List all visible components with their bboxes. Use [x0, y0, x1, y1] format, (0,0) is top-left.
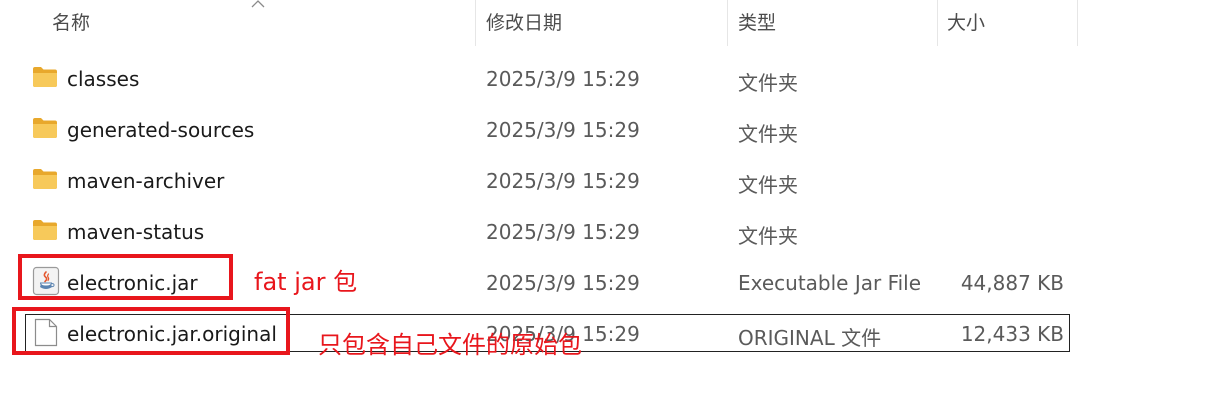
file-type: ORIGINAL 文件	[738, 326, 882, 350]
column-header: 名称 修改日期 类型 大小	[0, 0, 1212, 46]
column-divider[interactable]	[1077, 0, 1078, 46]
column-type[interactable]: 类型	[738, 0, 776, 46]
folder-icon	[33, 169, 57, 189]
file-date: 2025/3/9 15:29	[486, 169, 640, 193]
file-date: 2025/3/9 15:29	[486, 271, 640, 295]
file-date: 2025/3/9 15:29	[486, 118, 640, 142]
column-divider[interactable]	[727, 0, 728, 46]
file-type: 文件夹	[738, 122, 798, 146]
column-divider[interactable]	[937, 0, 938, 46]
file-name: classes	[67, 67, 140, 91]
file-row-generated-sources[interactable]: generated-sources 2025/3/9 15:29 文件夹	[0, 108, 1212, 159]
file-size: 12,433 KB	[960, 322, 1064, 346]
file-type: 文件夹	[738, 173, 798, 197]
file-date: 2025/3/9 15:29	[486, 67, 640, 91]
file-type: 文件夹	[738, 224, 798, 248]
file-name: maven-status	[67, 220, 205, 244]
folder-icon	[33, 118, 57, 138]
file-name: generated-sources	[67, 118, 255, 142]
annotation-box-fat-jar	[18, 254, 233, 300]
column-name[interactable]: 名称	[52, 0, 90, 46]
folder-icon	[33, 67, 57, 87]
column-size[interactable]: 大小	[947, 0, 985, 46]
file-name: maven-archiver	[67, 169, 225, 193]
annotation-original: 只包含自己文件的原始包	[318, 331, 582, 359]
sort-up-arrow-icon	[251, 0, 265, 8]
column-modified[interactable]: 修改日期	[486, 0, 562, 46]
file-date: 2025/3/9 15:29	[486, 220, 640, 244]
annotation-box-original	[12, 307, 290, 355]
file-type: Executable Jar File	[738, 271, 922, 295]
file-size: 44,887 KB	[960, 271, 1064, 295]
file-row-classes[interactable]: classes 2025/3/9 15:29 文件夹	[0, 57, 1212, 108]
folder-icon	[33, 220, 57, 240]
column-divider[interactable]	[475, 0, 476, 46]
file-row-maven-archiver[interactable]: maven-archiver 2025/3/9 15:29 文件夹	[0, 159, 1212, 210]
annotation-fat-jar: fat jar 包	[254, 268, 358, 296]
file-type: 文件夹	[738, 71, 798, 95]
